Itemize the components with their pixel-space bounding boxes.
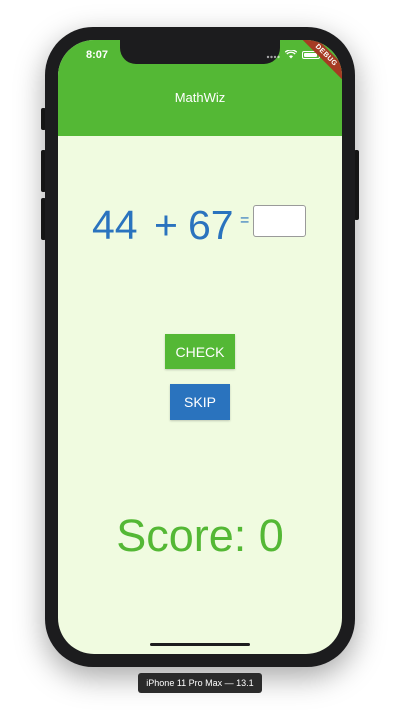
home-indicator[interactable] [150, 643, 250, 646]
equals-sign: = [240, 212, 250, 229]
signal-icon [266, 55, 280, 59]
answer-input[interactable] [253, 205, 306, 237]
device-label: iPhone 11 Pro Max — 13.1 [138, 673, 262, 693]
phone-frame: 8:07 DEBUG MathWiz 44 + 67 = CHECK SKIP … [45, 27, 355, 667]
app-title: MathWiz [174, 90, 226, 105]
app-screen: 8:07 DEBUG MathWiz 44 + 67 = CHECK SKIP … [58, 40, 342, 654]
simulator-stage: 8:07 DEBUG MathWiz 44 + 67 = CHECK SKIP … [0, 0, 400, 717]
score-display: Score: 0 [116, 510, 284, 561]
operand-1: 44 [92, 202, 138, 248]
wifi-icon [285, 50, 297, 59]
equation: 44 + 67 = [58, 202, 342, 252]
app-bar: 8:07 DEBUG MathWiz [58, 40, 342, 136]
notch [120, 40, 280, 64]
operator: + [154, 202, 178, 248]
operand-2: 67 [188, 202, 234, 248]
status-time: 8:07 [86, 49, 109, 61]
status-icons [266, 50, 320, 59]
debug-banner: DEBUG [296, 40, 342, 85]
check-button[interactable]: CHECK [165, 334, 235, 369]
skip-button[interactable]: SKIP [170, 384, 230, 420]
